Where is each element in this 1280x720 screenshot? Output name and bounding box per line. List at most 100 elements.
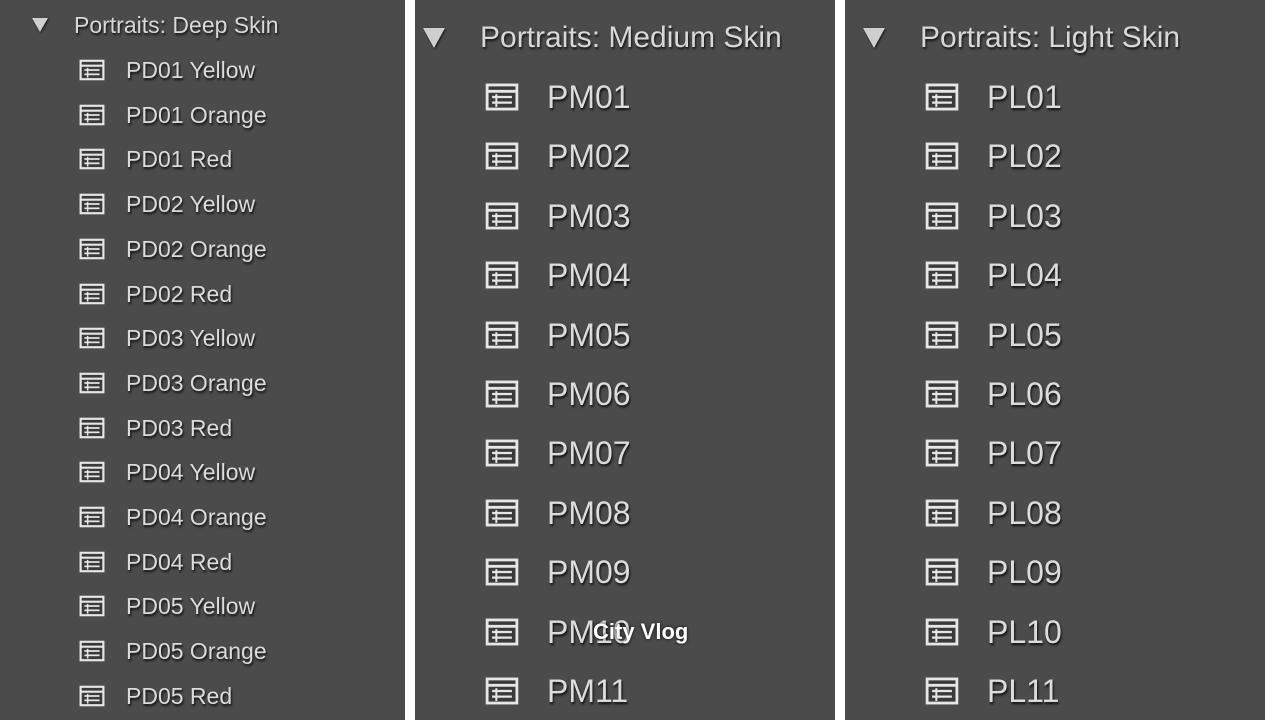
preset-item-label: PM04 bbox=[547, 256, 631, 293]
preset-item[interactable]: PL02 bbox=[925, 136, 1062, 176]
preset-list-icon bbox=[485, 617, 519, 647]
preset-list-icon bbox=[925, 498, 959, 528]
preset-item[interactable]: PD03 Red bbox=[79, 413, 232, 443]
preset-item[interactable]: PM11 bbox=[485, 671, 628, 711]
preset-list-icon bbox=[485, 438, 519, 468]
preset-item-label: PD05 Orange bbox=[126, 637, 267, 664]
preset-item-label: PL09 bbox=[987, 553, 1062, 590]
preset-item[interactable]: PD01 Yellow bbox=[79, 55, 255, 85]
preset-item[interactable]: PM09 bbox=[485, 552, 631, 592]
preset-item[interactable]: PL09 bbox=[925, 552, 1062, 592]
preset-item[interactable]: PD04 Orange bbox=[79, 502, 267, 532]
preset-item[interactable]: PD04 Red bbox=[79, 547, 232, 577]
preset-item[interactable]: PD05 Yellow bbox=[79, 591, 255, 621]
preset-item-label: PM09 bbox=[547, 553, 631, 590]
preset-list-icon bbox=[79, 640, 105, 662]
preset-item-label: PM11 bbox=[547, 672, 629, 709]
preset-group-title: Portraits: Deep Skin bbox=[74, 11, 279, 38]
preset-list-icon bbox=[79, 417, 105, 439]
preset-item[interactable]: PL10 bbox=[925, 612, 1062, 652]
preset-item-label: PD02 Yellow bbox=[126, 190, 256, 217]
preset-item[interactable]: PL05 bbox=[925, 315, 1062, 355]
preset-item[interactable]: PD05 Red bbox=[79, 681, 232, 711]
disclosure-triangle-icon[interactable] bbox=[423, 28, 445, 48]
preset-list-icon bbox=[79, 685, 105, 707]
preset-item-label: PD02 Orange bbox=[126, 235, 267, 262]
preset-item[interactable]: PM01 bbox=[485, 77, 631, 117]
preset-item-label: PL07 bbox=[987, 434, 1062, 471]
preset-list-icon bbox=[79, 461, 105, 483]
preset-item[interactable]: PD03 Orange bbox=[79, 368, 267, 398]
preset-item-label: PM02 bbox=[547, 137, 631, 174]
preset-item-label: PD01 Yellow bbox=[126, 56, 256, 83]
preset-item[interactable]: PD02 Yellow bbox=[79, 189, 255, 219]
preset-item[interactable]: PD04 Yellow bbox=[79, 457, 255, 487]
preset-item[interactable]: PD05 Orange bbox=[79, 636, 267, 666]
preset-item[interactable]: PL06 bbox=[925, 374, 1062, 414]
preset-list-icon bbox=[485, 320, 519, 350]
preset-item[interactable]: PD03 Yellow bbox=[79, 323, 255, 353]
preset-panel-medium-skin: Portraits: Medium Skin PM01 PM02 PM03 PM04 P… bbox=[415, 0, 835, 720]
preset-list-icon bbox=[79, 506, 105, 528]
preset-item[interactable]: PM08 bbox=[485, 493, 631, 533]
preset-item-label: PL08 bbox=[987, 494, 1062, 531]
preset-item[interactable]: PL11 bbox=[925, 671, 1059, 711]
preset-item[interactable]: PD02 Red bbox=[79, 279, 232, 309]
preset-list-icon bbox=[79, 595, 105, 617]
preset-item-label: PL05 bbox=[987, 316, 1062, 353]
preset-item-label: PL04 bbox=[987, 256, 1062, 293]
preset-group-header[interactable]: Portraits: Deep Skin bbox=[32, 10, 279, 40]
preset-item[interactable]: PL04 bbox=[925, 255, 1062, 295]
preset-item-label: PD05 Red bbox=[126, 682, 233, 709]
preset-item-label: PD04 Yellow bbox=[126, 458, 256, 485]
preset-item-label: PD04 Orange bbox=[126, 503, 267, 530]
preset-item[interactable]: PD01 Orange bbox=[79, 100, 267, 130]
disclosure-triangle-icon[interactable] bbox=[863, 28, 885, 48]
preset-item[interactable]: PL03 bbox=[925, 196, 1062, 236]
preset-item-label: PD01 Red bbox=[126, 145, 233, 172]
preset-list-icon bbox=[79, 283, 105, 305]
preset-item[interactable]: PL08 bbox=[925, 493, 1062, 533]
preset-item[interactable]: PD02 Orange bbox=[79, 234, 267, 264]
preset-item-label: PM05 bbox=[547, 316, 631, 353]
preset-item[interactable]: PM02 bbox=[485, 136, 631, 176]
disclosure-triangle-icon[interactable] bbox=[32, 18, 48, 32]
preset-group-header[interactable]: Portraits: Medium Skin bbox=[423, 18, 782, 58]
watermark-text: City Vlog bbox=[593, 619, 689, 644]
preset-item-label: PD03 Yellow bbox=[126, 324, 256, 351]
preset-list-icon bbox=[79, 551, 105, 573]
preset-list-icon bbox=[925, 676, 959, 706]
preset-item[interactable]: PM06 bbox=[485, 374, 631, 414]
preset-item-label: PL10 bbox=[987, 613, 1062, 650]
preset-item-label: PD03 Red bbox=[126, 414, 233, 441]
preset-list-icon bbox=[79, 327, 105, 349]
preset-list-icon bbox=[485, 141, 519, 171]
preset-list-icon bbox=[79, 148, 105, 170]
preset-item-label: PM03 bbox=[547, 197, 631, 234]
preset-group-header[interactable]: Portraits: Light Skin bbox=[863, 18, 1180, 58]
preset-item-label: PM07 bbox=[547, 434, 631, 471]
preset-item-label: PL06 bbox=[987, 375, 1062, 412]
preset-list-icon bbox=[485, 82, 519, 112]
preset-item[interactable]: PD01 Red bbox=[79, 144, 232, 174]
preset-group-title: Portraits: Light Skin bbox=[920, 21, 1181, 54]
preset-item-label: PL03 bbox=[987, 197, 1062, 234]
preset-list-icon bbox=[485, 557, 519, 587]
preset-item[interactable]: PM07 bbox=[485, 433, 631, 473]
preset-list-icon bbox=[925, 617, 959, 647]
preset-list-icon bbox=[485, 379, 519, 409]
preset-item[interactable]: PM03 bbox=[485, 196, 631, 236]
preset-list-icon bbox=[925, 82, 959, 112]
preset-item[interactable]: PM05 bbox=[485, 315, 631, 355]
preset-list-icon bbox=[925, 141, 959, 171]
preset-item[interactable]: PL01 bbox=[925, 77, 1062, 117]
preset-list-icon bbox=[79, 104, 105, 126]
preset-list-icon bbox=[79, 59, 105, 81]
preset-item[interactable]: PM04 bbox=[485, 255, 631, 295]
preset-item-label: PM01 bbox=[547, 78, 631, 115]
preset-list-icon bbox=[925, 557, 959, 587]
preset-item-label: PD04 Red bbox=[126, 548, 233, 575]
preset-list-icon bbox=[485, 676, 519, 706]
preset-item-label: PM08 bbox=[547, 494, 631, 531]
preset-item[interactable]: PL07 bbox=[925, 433, 1062, 473]
